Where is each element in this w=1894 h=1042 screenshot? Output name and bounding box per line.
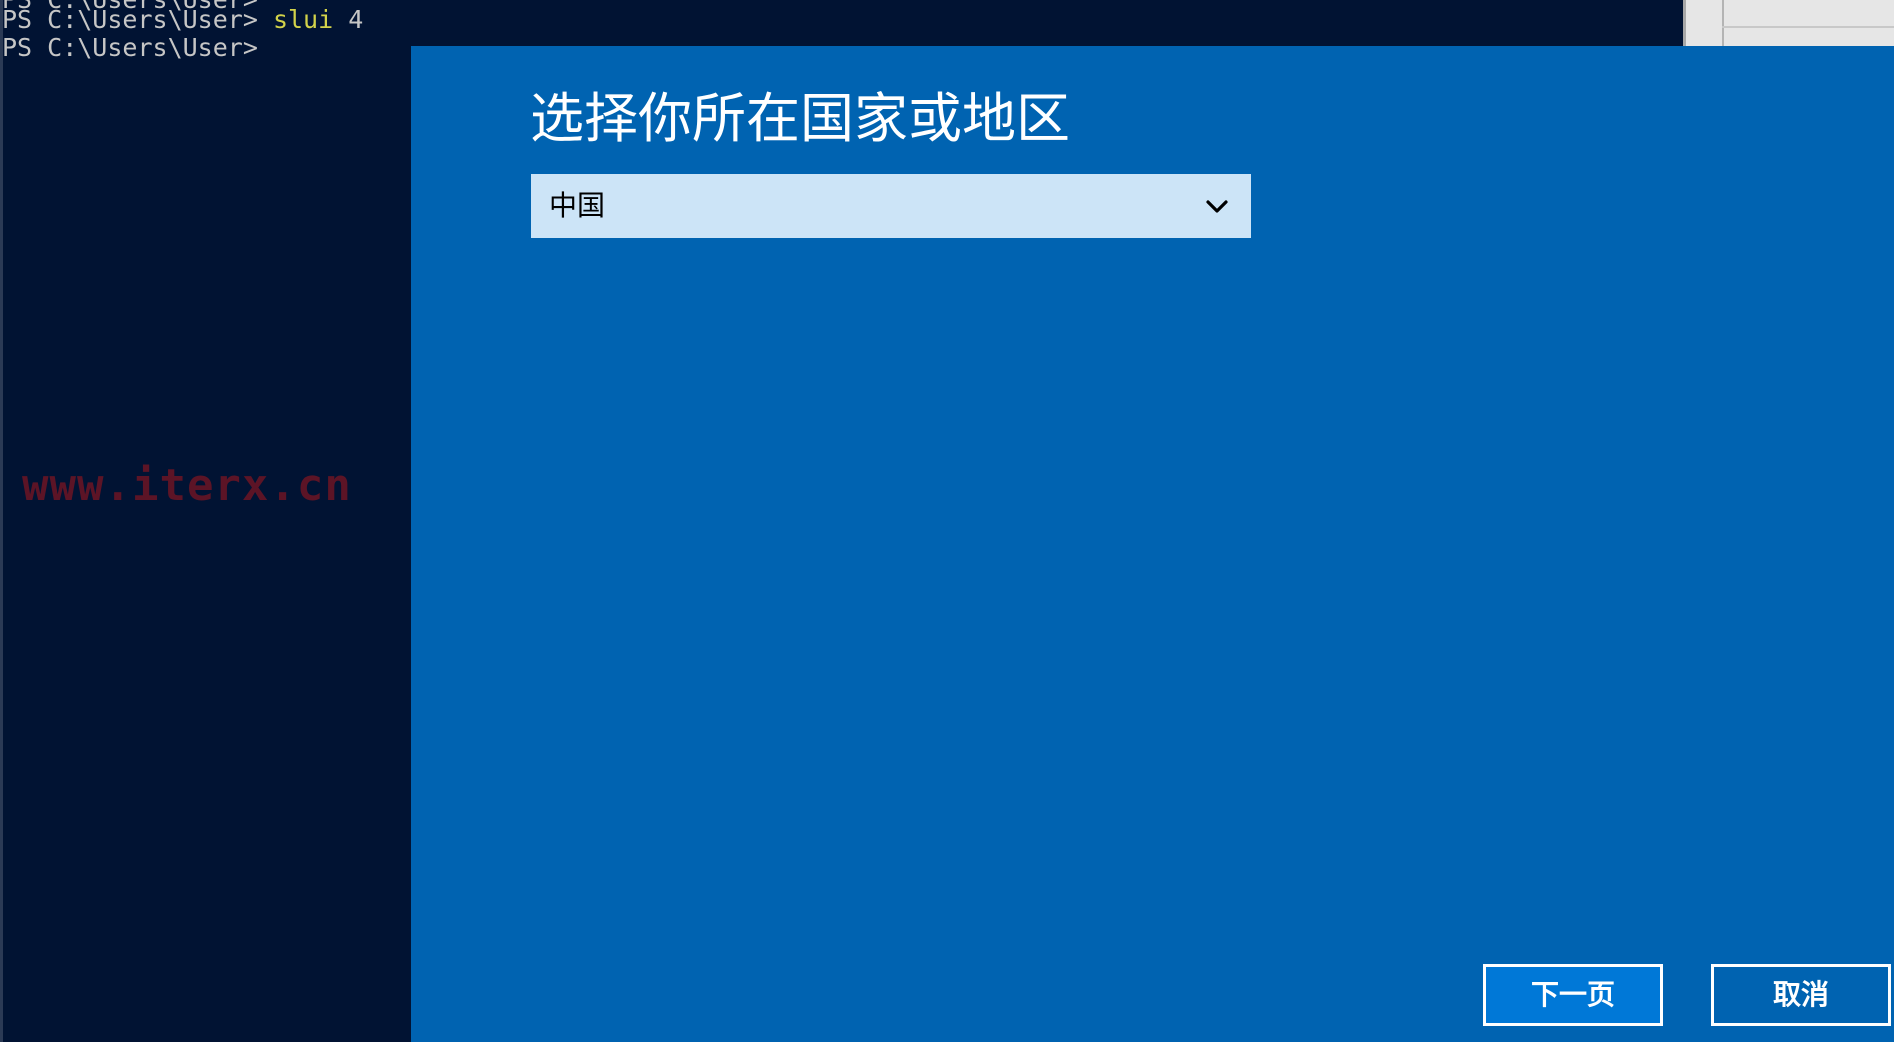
country-region-select[interactable]: 中国: [531, 174, 1251, 238]
chevron-down-icon: [1206, 200, 1228, 213]
activation-dialog: 选择你所在国家或地区 中国 下一页 取消: [411, 46, 1894, 1042]
watermark: www.iterx.cn: [22, 460, 352, 511]
dialog-title: 选择你所在国家或地区: [530, 87, 1070, 150]
background-window-gridline: [1722, 26, 1894, 28]
terminal-command: slui: [272, 5, 334, 34]
terminal-prompt: PS C:\Users\User>: [2, 5, 258, 34]
terminal-border: [0, 0, 3, 1042]
desktop-screen: PS C:\Users\User> PS C:\Users\User> slui…: [0, 0, 1894, 1042]
terminal-line-current: PS C:\Users\User>: [2, 34, 258, 62]
terminal-prompt: PS C:\Users\User>: [2, 33, 258, 62]
country-select-value: 中国: [549, 189, 606, 222]
terminal-line-command: PS C:\Users\User> slui 4: [2, 6, 363, 34]
background-window[interactable]: [1683, 0, 1894, 46]
cancel-button[interactable]: 取消: [1711, 964, 1891, 1026]
next-button[interactable]: 下一页: [1483, 964, 1663, 1026]
background-window-divider: [1722, 0, 1724, 46]
terminal-command-arg: 4: [348, 5, 364, 34]
